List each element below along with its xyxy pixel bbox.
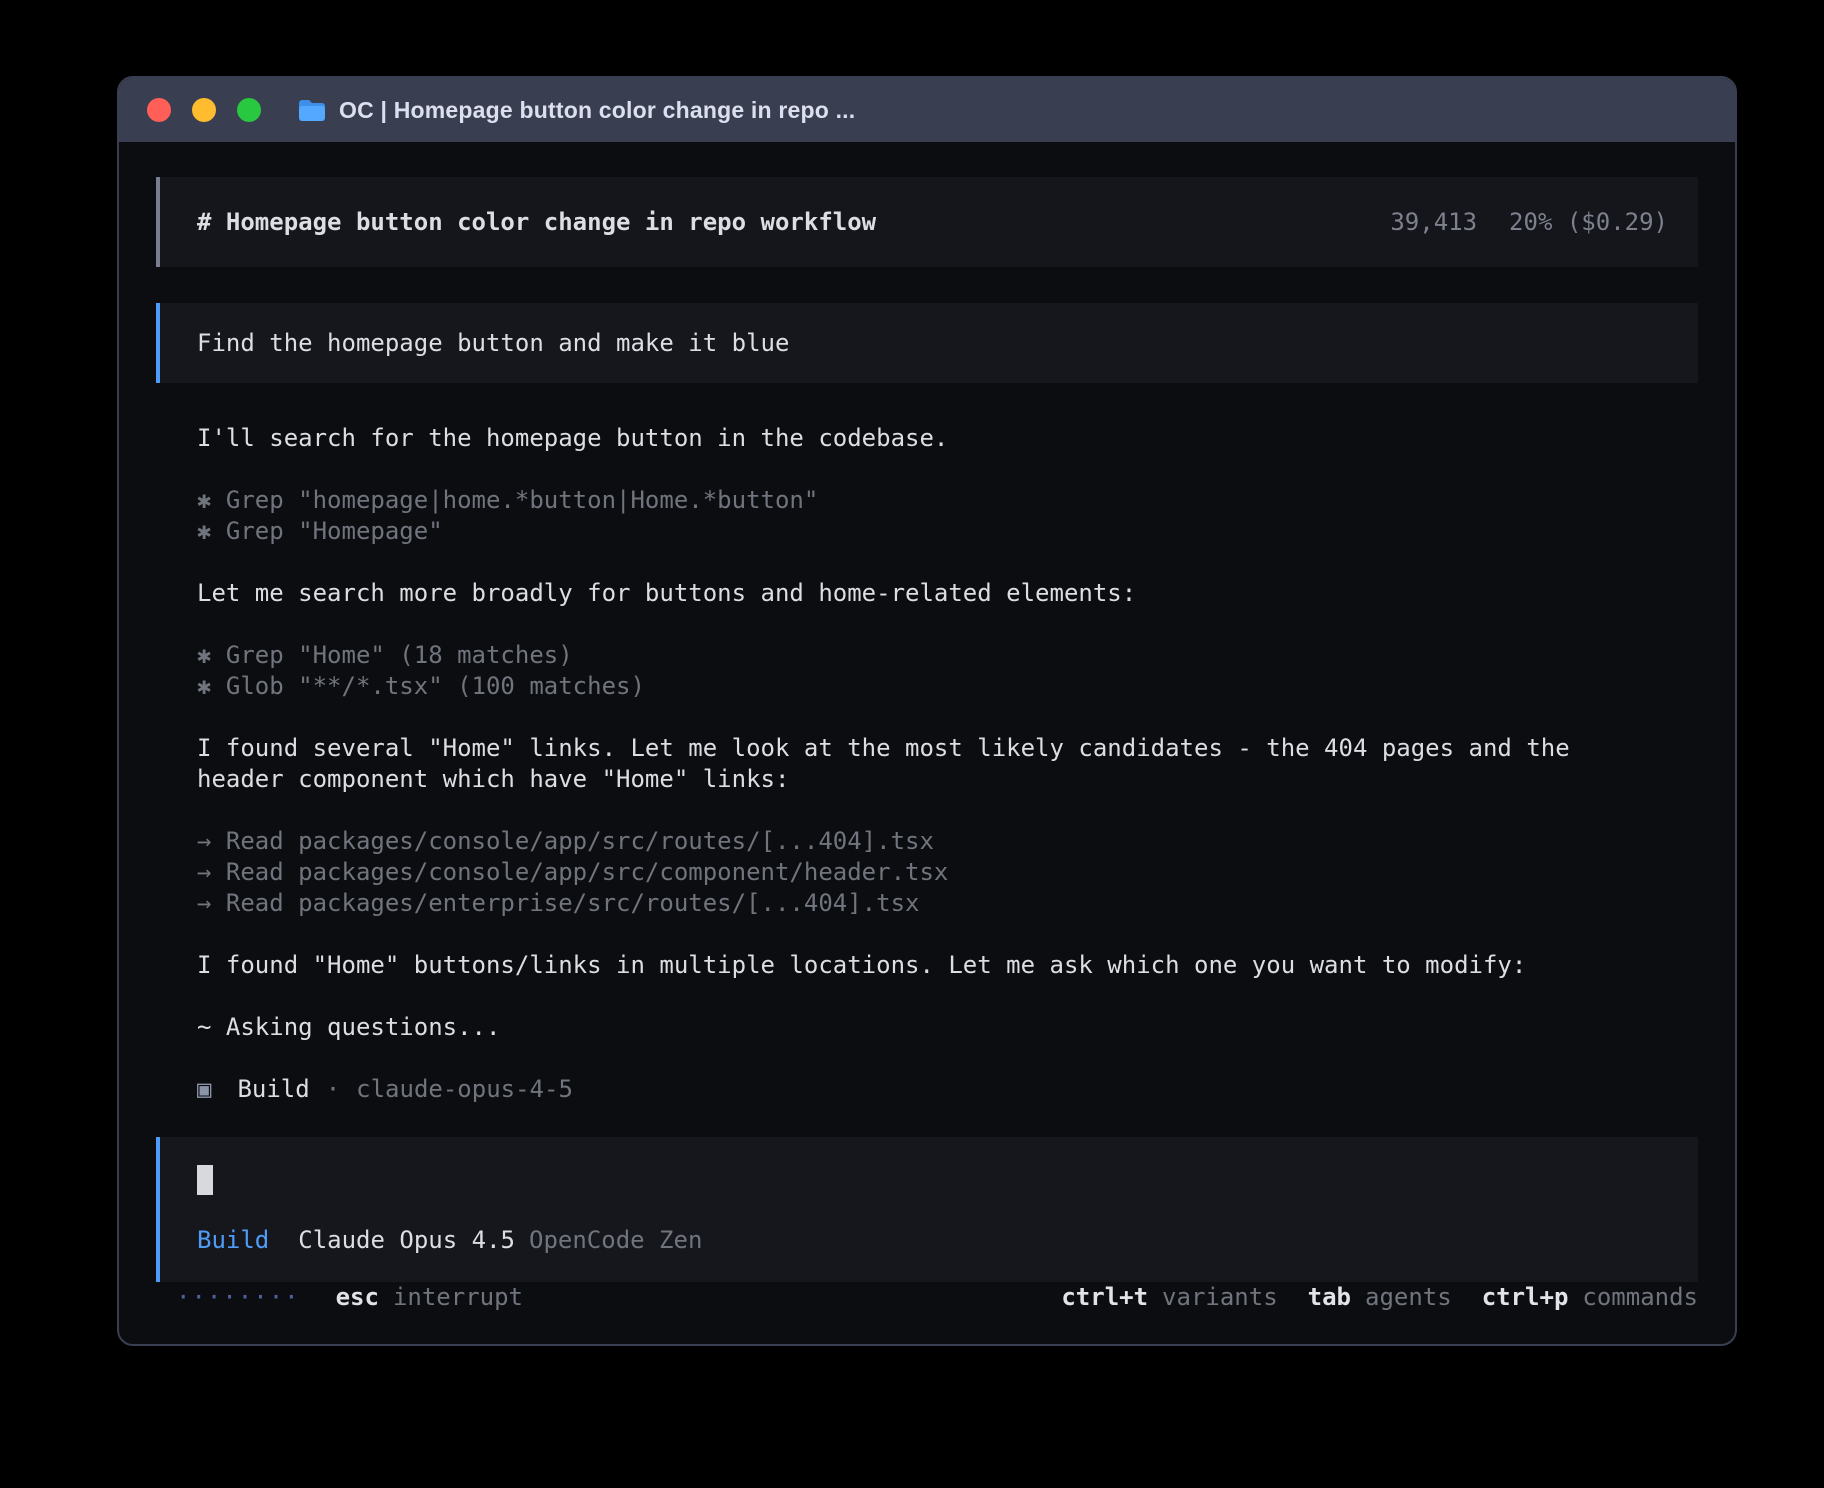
terminal-content: # Homepage button color change in repo w… bbox=[119, 142, 1735, 1346]
shortcut-key: ctrl+p bbox=[1482, 1282, 1569, 1313]
keyboard-shortcuts: ctrl+t variants tab agents ctrl+p comman… bbox=[1061, 1282, 1698, 1313]
token-count: 39,413 bbox=[1390, 208, 1477, 236]
user-message-text: Find the homepage button and make it blu… bbox=[197, 329, 789, 357]
shortcut-key: tab bbox=[1308, 1282, 1351, 1313]
assistant-transcript: I'll search for the homepage button in t… bbox=[156, 423, 1698, 1105]
tool-call-glob: ✱ Glob "**/*.tsx" (100 matches) bbox=[197, 671, 1698, 702]
agent-separator: · bbox=[326, 1074, 340, 1105]
tool-call-group: → Read packages/console/app/src/routes/[… bbox=[197, 826, 1698, 919]
assistant-text: I found "Home" buttons/links in multiple… bbox=[197, 950, 1698, 981]
user-message: Find the homepage button and make it blu… bbox=[156, 303, 1698, 383]
terminal-window: OC | Homepage button color change in rep… bbox=[117, 76, 1737, 1346]
assistant-paragraph: I'll search for the homepage button in t… bbox=[197, 423, 1698, 454]
model-provider-label: OpenCode Zen bbox=[529, 1225, 702, 1256]
window-titlebar[interactable]: OC | Homepage button color change in rep… bbox=[119, 78, 1735, 142]
assistant-status: ~ Asking questions... bbox=[197, 1012, 1698, 1043]
active-model-label: Claude Opus 4.5 bbox=[298, 1225, 515, 1256]
context-usage: 20% ($0.29) bbox=[1509, 208, 1668, 236]
prompt-input[interactable]: Build Claude Opus 4.5 OpenCode Zen bbox=[156, 1137, 1698, 1282]
input-footer: Build Claude Opus 4.5 OpenCode Zen bbox=[197, 1225, 1661, 1256]
active-agent-label: Build bbox=[197, 1225, 269, 1256]
text-cursor bbox=[197, 1165, 213, 1195]
shortcut-label: agents bbox=[1365, 1282, 1452, 1313]
working-spinner: ········ bbox=[176, 1282, 300, 1313]
agent-attribution-row: ▣ Build · claude-opus-4-5 bbox=[197, 1074, 1698, 1105]
tool-call-grep: ✱ Grep "Homepage" bbox=[197, 516, 1698, 547]
zoom-window-button[interactable] bbox=[237, 98, 261, 122]
tool-call-grep: ✱ Grep "Home" (18 matches) bbox=[197, 640, 1698, 671]
tool-call-read: → Read packages/enterprise/src/routes/[.… bbox=[197, 888, 1698, 919]
tool-call-read: → Read packages/console/app/src/componen… bbox=[197, 857, 1698, 888]
minimize-window-button[interactable] bbox=[192, 98, 216, 122]
agent-name: Build bbox=[237, 1074, 309, 1105]
close-window-button[interactable] bbox=[147, 98, 171, 122]
asking-questions-status: ~ Asking questions... bbox=[197, 1012, 1698, 1043]
shortcut-label: variants bbox=[1162, 1282, 1278, 1313]
assistant-paragraph: Let me search more broadly for buttons a… bbox=[197, 578, 1698, 609]
shortcut-variants: ctrl+t variants bbox=[1061, 1282, 1277, 1313]
assistant-text: I'll search for the homepage button in t… bbox=[197, 423, 1698, 454]
agent-model: claude-opus-4-5 bbox=[356, 1074, 573, 1105]
assistant-paragraph: I found "Home" buttons/links in multiple… bbox=[197, 950, 1698, 981]
shortcut-key: ctrl+t bbox=[1061, 1282, 1148, 1313]
shortcut-agents: tab agents bbox=[1308, 1282, 1452, 1313]
traffic-lights bbox=[147, 98, 261, 122]
shortcut-commands: ctrl+p commands bbox=[1482, 1282, 1698, 1313]
session-title: # Homepage button color change in repo w… bbox=[197, 208, 876, 236]
tool-call-group: ✱ Grep "homepage|home.*button|Home.*butt… bbox=[197, 485, 1698, 547]
status-bar: ········ esc interrupt ctrl+t variants t… bbox=[156, 1282, 1698, 1313]
window-title-group: OC | Homepage button color change in rep… bbox=[297, 97, 855, 124]
assistant-text: Let me search more broadly for buttons a… bbox=[197, 578, 1698, 609]
esc-action-label: interrupt bbox=[393, 1282, 523, 1313]
tool-call-read: → Read packages/console/app/src/routes/[… bbox=[197, 826, 1698, 857]
tool-call-grep: ✱ Grep "homepage|home.*button|Home.*butt… bbox=[197, 485, 1698, 516]
esc-key-hint: esc bbox=[336, 1282, 379, 1313]
session-stats: 39,413 20% ($0.29) bbox=[1390, 208, 1668, 236]
shortcut-label: commands bbox=[1582, 1282, 1698, 1313]
square-dot-icon: ▣ bbox=[197, 1074, 211, 1105]
assistant-text: header component which have "Home" links… bbox=[197, 764, 1698, 795]
assistant-paragraph: I found several "Home" links. Let me loo… bbox=[197, 733, 1698, 795]
assistant-text: I found several "Home" links. Let me loo… bbox=[197, 733, 1698, 764]
folder-icon bbox=[297, 98, 327, 123]
tool-call-group: ✱ Grep "Home" (18 matches) ✱ Glob "**/*.… bbox=[197, 640, 1698, 702]
window-title: OC | Homepage button color change in rep… bbox=[339, 97, 855, 124]
session-header: # Homepage button color change in repo w… bbox=[156, 177, 1698, 267]
